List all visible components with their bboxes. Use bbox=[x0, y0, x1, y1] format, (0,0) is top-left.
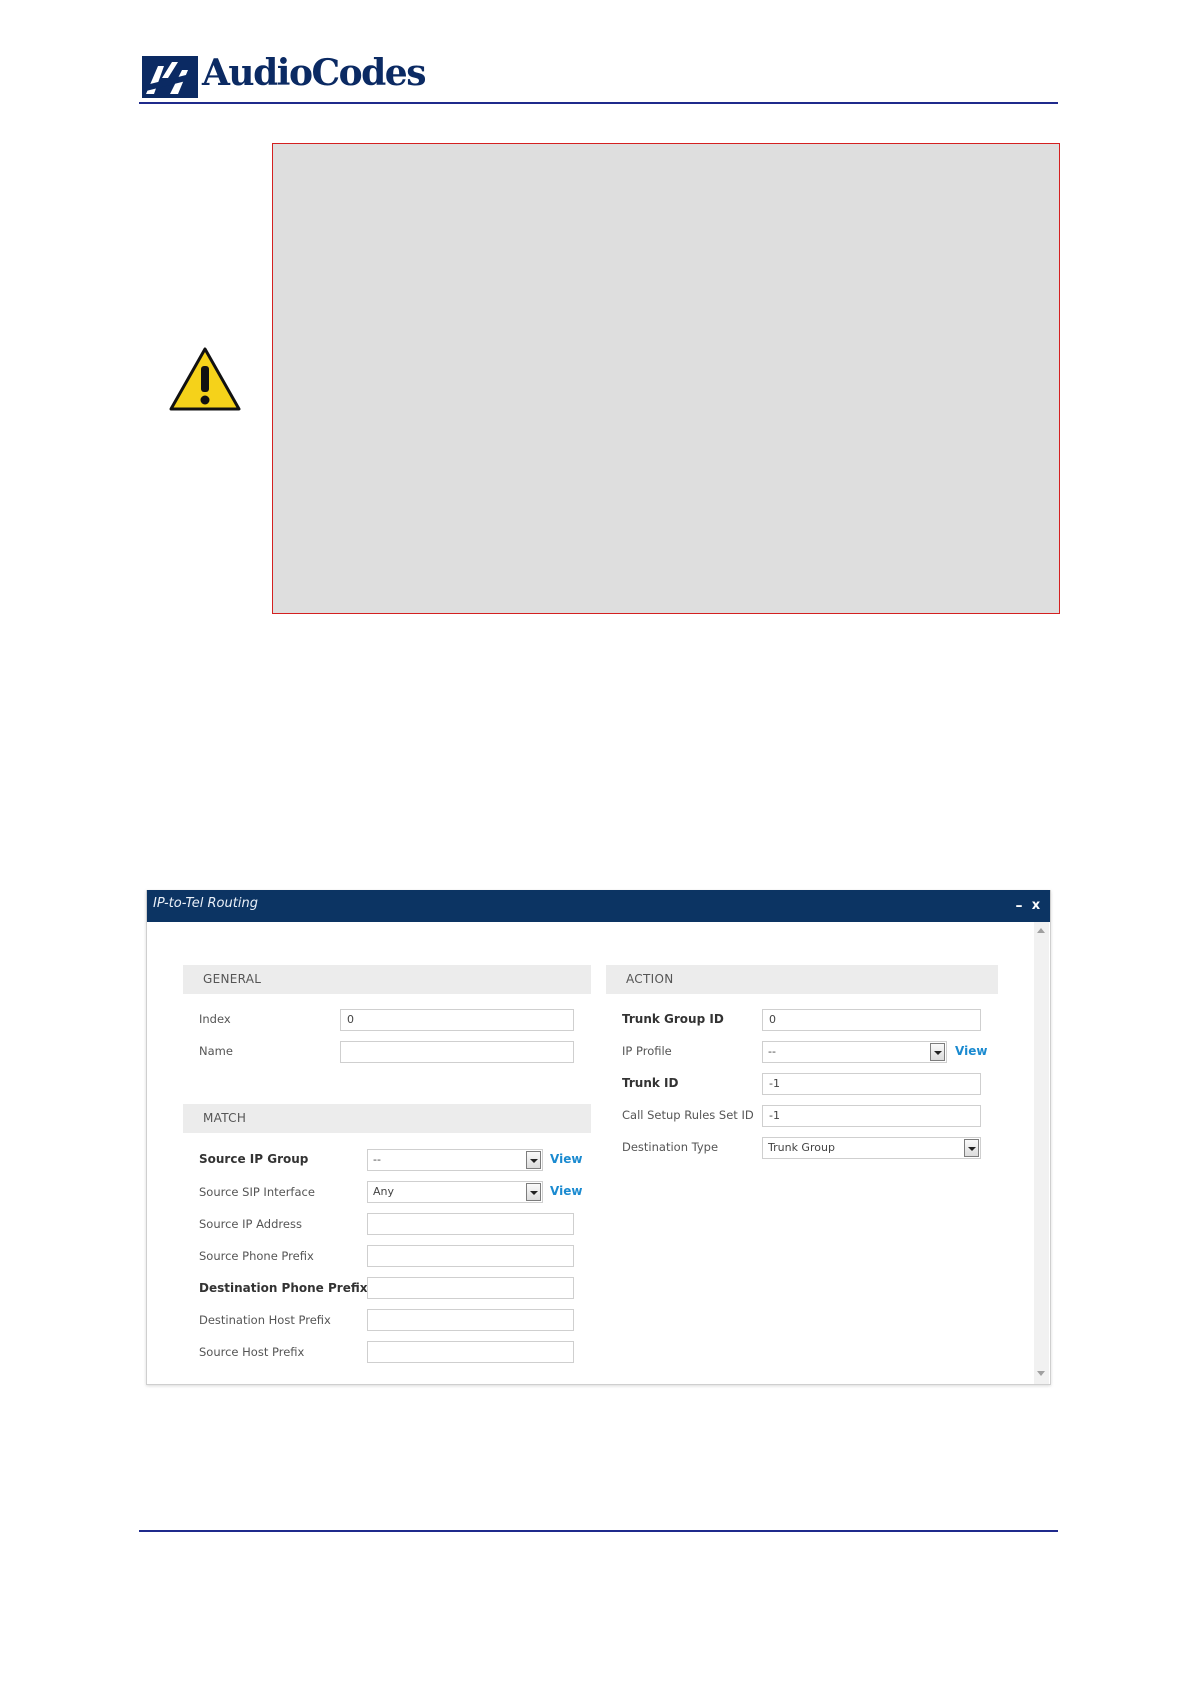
action-section-header: ACTION bbox=[606, 965, 998, 994]
destination-phone-prefix-label: Destination Phone Prefix bbox=[199, 1281, 368, 1295]
name-input[interactable] bbox=[340, 1041, 574, 1063]
destination-host-prefix-label: Destination Host Prefix bbox=[199, 1313, 331, 1327]
footer-divider bbox=[139, 1530, 1058, 1532]
source-ip-address-label: Source IP Address bbox=[199, 1217, 302, 1231]
trunk-id-label: Trunk ID bbox=[622, 1076, 679, 1090]
name-label: Name bbox=[199, 1044, 233, 1058]
source-sip-interface-label: Source SIP Interface bbox=[199, 1185, 315, 1199]
source-sip-interface-value: Any bbox=[373, 1185, 395, 1198]
index-input[interactable]: 0 bbox=[340, 1009, 574, 1031]
chevron-down-icon[interactable] bbox=[964, 1139, 979, 1157]
destination-type-value: Trunk Group bbox=[768, 1141, 835, 1154]
dialog-scrollbar[interactable] bbox=[1034, 922, 1049, 1384]
header-divider bbox=[139, 102, 1058, 104]
note-box bbox=[272, 143, 1060, 614]
general-section-header: GENERAL bbox=[183, 965, 591, 994]
index-label: Index bbox=[199, 1012, 231, 1026]
destination-phone-prefix-input[interactable] bbox=[367, 1277, 574, 1299]
call-setup-rules-set-id-input[interactable]: -1 bbox=[762, 1105, 981, 1127]
logo-text: AudioCodes bbox=[202, 52, 426, 94]
ip-profile-view-link[interactable]: View bbox=[955, 1044, 987, 1058]
dialog-titlebar: IP-to-Tel Routing – x bbox=[147, 890, 1050, 922]
trunk-group-id-label: Trunk Group ID bbox=[622, 1012, 724, 1026]
destination-type-select[interactable]: Trunk Group bbox=[762, 1137, 981, 1159]
source-phone-prefix-label: Source Phone Prefix bbox=[199, 1249, 314, 1263]
source-phone-prefix-input[interactable] bbox=[367, 1245, 574, 1267]
trunk-group-id-input[interactable]: 0 bbox=[762, 1009, 981, 1031]
source-host-prefix-label: Source Host Prefix bbox=[199, 1345, 305, 1359]
close-icon[interactable]: x bbox=[1029, 898, 1043, 914]
scroll-up-icon[interactable] bbox=[1037, 928, 1045, 933]
source-ip-address-input[interactable] bbox=[367, 1213, 574, 1235]
minimize-icon[interactable]: – bbox=[1012, 898, 1026, 914]
source-host-prefix-input[interactable] bbox=[367, 1341, 574, 1363]
call-setup-rules-set-id-label: Call Setup Rules Set ID bbox=[622, 1108, 754, 1122]
trunk-id-input[interactable]: -1 bbox=[762, 1073, 981, 1095]
audiocodes-logo: AudioCodes bbox=[142, 52, 426, 102]
ip-to-tel-routing-dialog: IP-to-Tel Routing – x GENERAL Index 0 Na… bbox=[146, 890, 1051, 1385]
destination-host-prefix-input[interactable] bbox=[367, 1309, 574, 1331]
source-ip-group-view-link[interactable]: View bbox=[550, 1152, 582, 1166]
ip-profile-select[interactable]: -- bbox=[762, 1041, 947, 1063]
chevron-down-icon[interactable] bbox=[526, 1151, 541, 1169]
scroll-down-icon[interactable] bbox=[1037, 1371, 1045, 1376]
source-ip-group-select[interactable]: -- bbox=[367, 1149, 543, 1171]
dialog-title: IP-to-Tel Routing bbox=[153, 896, 258, 911]
ip-profile-value: -- bbox=[768, 1045, 776, 1058]
chevron-down-icon[interactable] bbox=[526, 1183, 541, 1201]
chevron-down-icon[interactable] bbox=[930, 1043, 945, 1061]
source-ip-group-label: Source IP Group bbox=[199, 1152, 309, 1166]
source-sip-interface-view-link[interactable]: View bbox=[550, 1184, 582, 1198]
source-ip-group-value: -- bbox=[373, 1153, 381, 1166]
source-sip-interface-select[interactable]: Any bbox=[367, 1181, 543, 1203]
warning-triangle-icon bbox=[169, 347, 241, 411]
ip-profile-label: IP Profile bbox=[622, 1044, 672, 1058]
audiocodes-logo-icon bbox=[142, 56, 198, 98]
destination-type-label: Destination Type bbox=[622, 1140, 719, 1154]
match-section-header: MATCH bbox=[183, 1104, 591, 1133]
